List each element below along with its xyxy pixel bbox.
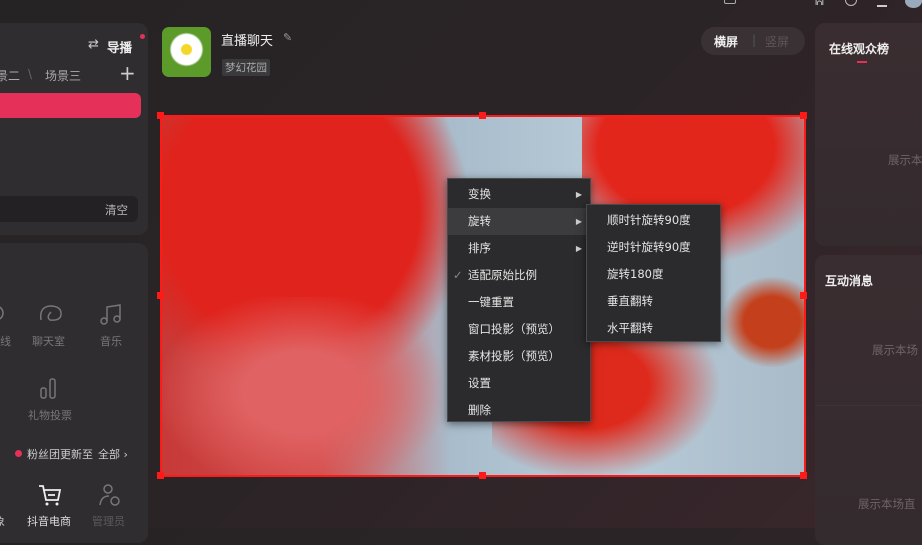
fan-update-text: 粉丝团更新至 [27, 448, 93, 461]
tool-chatroom[interactable]: 聊天室 [32, 333, 65, 349]
resize-handle[interactable] [157, 112, 164, 119]
room-title: 直播聊天 [221, 34, 274, 49]
room-tag: 梦幻花园 [222, 59, 270, 76]
tool-gift-vote[interactable]: 礼物投票 [28, 407, 72, 423]
tool-bottom-1[interactable]: 象 [0, 513, 5, 529]
menu-item-fit-ratio[interactable]: ✓ 适配原始比例 [448, 262, 590, 289]
headset-icon[interactable]: ᕱ [815, 0, 824, 9]
menu-item-window-projection[interactable]: 窗口投影（预览） [448, 316, 590, 343]
orientation-toggle: 横屏 | 竖屏 [701, 27, 805, 55]
check-icon: ✓ [453, 268, 463, 282]
audience-empty: 展示本 [888, 153, 922, 167]
resize-handle[interactable] [800, 472, 807, 479]
minimize-icon[interactable] [877, 5, 887, 7]
fan-dot [15, 450, 22, 457]
resize-handle[interactable] [157, 292, 164, 299]
flip-horizontal[interactable]: 水平翻转 [587, 315, 720, 342]
resize-handle[interactable] [479, 112, 486, 119]
resize-handle[interactable] [157, 472, 164, 479]
room-avatar[interactable] [162, 27, 211, 77]
chatroom-icon [39, 305, 62, 321]
scene-tab-2[interactable]: 景二 [0, 67, 20, 84]
rotate-submenu: 顺时针旋转90度 逆时针旋转90度 旋转180度 垂直翻转 水平翻转 [586, 204, 721, 342]
source-bar: 清空 [0, 196, 138, 222]
admin-icon [99, 484, 120, 506]
audience-tab[interactable]: 在线观众榜 [829, 40, 889, 57]
tab-underline [857, 61, 867, 63]
tool-admin[interactable]: 管理员 [92, 513, 125, 529]
line-icon [0, 306, 4, 320]
add-scene-icon[interactable]: + [119, 61, 136, 85]
rotate-cw-90[interactable]: 顺时针旋转90度 [587, 207, 720, 234]
edit-icon[interactable]: ✎ [283, 31, 292, 44]
home-icon[interactable] [724, 0, 736, 4]
tools-panel: 线 聊天室 音乐 礼物投票 粉丝团更新至 全部 › 象 抖音电商 管理员 [0, 243, 148, 543]
audience-card: 在线观众榜 展示本 [815, 23, 922, 246]
active-scene-bar[interactable] [0, 93, 141, 118]
messages-empty: 展示本场 [872, 343, 918, 357]
landscape-button[interactable]: 横屏 [714, 33, 738, 50]
clear-button[interactable]: 清空 [105, 202, 128, 218]
director-button[interactable]: 导播 [107, 37, 132, 56]
menu-item-reset[interactable]: 一键重置 [448, 289, 590, 316]
user-avatar[interactable] [905, 0, 922, 8]
menu-item-order[interactable]: 排序 ▶ [448, 235, 590, 262]
messages-card: 互动消息 展示本场 展示本场直 [815, 255, 922, 545]
swap-icon: ⇄ [88, 37, 99, 52]
resize-handle[interactable] [479, 472, 486, 479]
help-icon[interactable] [845, 0, 857, 6]
fan-all-link[interactable]: 全部 › [98, 446, 128, 462]
menu-item-delete[interactable]: 删除 [448, 397, 590, 424]
messages-title: 互动消息 [825, 274, 874, 288]
tool-line[interactable]: 线 [0, 333, 11, 349]
rotate-ccw-90[interactable]: 逆时针旋转90度 [587, 234, 720, 261]
scene-panel: ⇄ 导播 景二 \ 场景三 + 清空 [0, 23, 148, 235]
tool-music[interactable]: 音乐 [100, 333, 122, 349]
resize-handle[interactable] [800, 112, 807, 119]
menu-item-settings[interactable]: 设置 [448, 370, 590, 397]
scene-tab-3[interactable]: 场景三 [45, 67, 81, 84]
live-empty: 展示本场直 [858, 497, 916, 511]
context-menu: 变换 ▶ 旋转 ▶ 排序 ▶ ✓ 适配原始比例 一键重置 窗口投影（预览） 素材投影（预… [447, 178, 591, 422]
resize-handle[interactable] [800, 292, 807, 299]
flip-vertical[interactable]: 垂直翻转 [587, 288, 720, 315]
rotate-180[interactable]: 旋转180度 [587, 261, 720, 288]
notification-dot [140, 34, 145, 39]
menu-item-transform[interactable]: 变换 ▶ [448, 181, 590, 208]
menu-item-rotate[interactable]: 旋转 ▶ [448, 208, 590, 235]
menu-item-source-projection[interactable]: 素材投影（预览） [448, 343, 590, 370]
music-icon [100, 304, 121, 325]
vote-icon [40, 378, 56, 399]
cart-icon [39, 485, 62, 506]
portrait-button[interactable]: 竖屏 [765, 33, 789, 50]
tool-douyin-shop[interactable]: 抖音电商 [27, 513, 71, 529]
